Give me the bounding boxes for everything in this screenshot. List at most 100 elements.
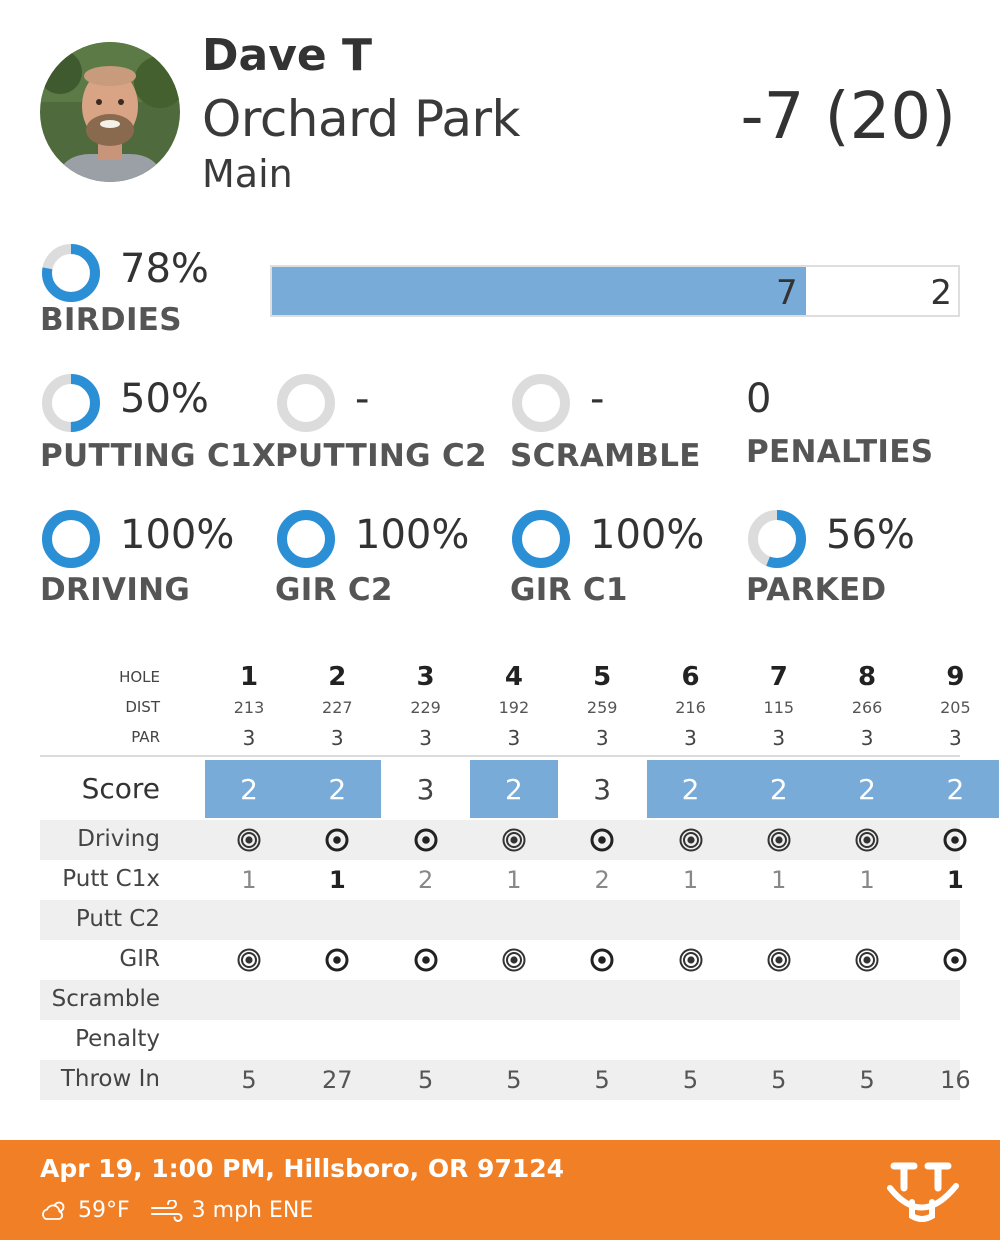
throw-in-cell: 5: [417, 1066, 434, 1094]
throw-in-cell: 5: [241, 1066, 257, 1094]
birdies-count: 7: [776, 273, 798, 313]
throw-in-row: Throw In 5 27 5 5 5 5 5 5 16: [40, 1060, 971, 1100]
scorecard-divider: [40, 755, 960, 757]
score-row-label: Score: [81, 772, 160, 805]
hole-score-cell[interactable]: 2: [823, 760, 912, 818]
putt-c2-row: Putt C2: [40, 900, 960, 940]
putt-c1x-cell: 1: [328, 866, 346, 894]
c1-target-icon: [325, 948, 349, 972]
putt-c1x-cell: 2: [417, 866, 434, 894]
putt-c1x-cell: 1: [682, 866, 699, 894]
gir-cell: [558, 940, 646, 980]
hole-par: 3: [949, 726, 962, 750]
driving-label: DRIVING: [40, 572, 191, 608]
throw-in-row-label: Throw In: [60, 1066, 160, 1092]
hole-number: 6: [681, 662, 700, 692]
hole-number: 8: [858, 662, 877, 692]
hole-number: 3: [416, 662, 435, 692]
hole-distance: 227: [322, 698, 353, 717]
driving-cell: [647, 820, 735, 860]
parked-target-icon: [767, 948, 791, 972]
gir-c1-value: 100%: [590, 512, 705, 558]
hole-distance: 229: [410, 698, 441, 717]
throw-in-cell: 5: [771, 1066, 787, 1094]
gir-cell: [205, 940, 293, 980]
gir-c2-value: 100%: [355, 512, 470, 558]
parked-target-icon: [502, 828, 526, 852]
c1-target-icon: [943, 948, 967, 972]
c1-target-icon: [590, 948, 614, 972]
driving-cell: [911, 820, 999, 860]
gir-cell: [470, 940, 558, 980]
putt-c1x-row-label: Putt C1x: [62, 866, 160, 892]
scramble-value: -: [590, 376, 605, 422]
penalty-row: Penalty: [40, 1020, 960, 1060]
putting-c1x-ring-icon: [42, 374, 100, 432]
penalties-label: PENALTIES: [746, 434, 934, 470]
throw-in-cell: 5: [682, 1066, 699, 1094]
weather-info: 59°F 3 mph ENE: [40, 1198, 313, 1223]
hole-score-cell[interactable]: 2: [293, 760, 382, 818]
scramble-label: SCRAMBLE: [510, 438, 701, 474]
hole-score-cell[interactable]: 3: [558, 760, 646, 818]
score-row: Score 223232222: [40, 760, 1000, 818]
avatar: [40, 42, 180, 182]
throw-in-cell: 5: [594, 1066, 610, 1094]
hole-score-cell[interactable]: 3: [382, 760, 470, 818]
driving-ring-icon: [42, 510, 100, 568]
hole-distance: 216: [675, 698, 706, 717]
gir-cell: [382, 940, 470, 980]
putting-c2-value: -: [355, 376, 370, 422]
parked-label: PARKED: [746, 572, 887, 608]
hole-par: 3: [242, 726, 256, 750]
gir-c1-ring-icon: [512, 510, 570, 568]
hole-par: 3: [330, 726, 344, 750]
putt-c1x-cell: 1: [506, 866, 522, 894]
driving-cell: [735, 820, 823, 860]
gir-c2-label: GIR C2: [275, 572, 393, 608]
parked-ring-icon: [748, 510, 806, 568]
driving-row: Driving: [40, 820, 967, 860]
hole-score-cell[interactable]: 2: [911, 760, 1000, 818]
throw-in-cell: 27: [322, 1066, 353, 1094]
driving-row-label: Driving: [77, 826, 160, 852]
gir-cell: [823, 940, 911, 980]
driving-cell: [470, 820, 558, 860]
putt-c2-row-label: Putt C2: [75, 906, 160, 932]
parked-target-icon: [679, 828, 702, 852]
hole-distance: 192: [498, 698, 530, 717]
hole-number: 4: [504, 662, 523, 692]
putt-c1x-cell: 1: [241, 866, 257, 894]
layout-name: Main: [202, 152, 293, 196]
gir-cell: [647, 940, 735, 980]
gir-c1-label: GIR C1: [510, 572, 628, 608]
birdies-bar: 7 2: [270, 265, 960, 317]
hole-score-cell[interactable]: 2: [469, 760, 558, 818]
hole-par: 3: [507, 726, 521, 750]
putt-c1x-cell: 1: [771, 866, 787, 894]
parked-target-icon: [855, 948, 879, 972]
birdies-value: 78%: [120, 246, 209, 292]
hole-par: 3: [595, 726, 609, 750]
hole-number: 7: [769, 662, 788, 692]
hole-number: 9: [946, 662, 965, 692]
hole-par: 3: [684, 726, 697, 750]
putt-c1x-cell: 1: [947, 866, 964, 894]
temperature: 59°F: [78, 1198, 130, 1223]
gir-cell: [735, 940, 823, 980]
hole-number: 5: [593, 662, 612, 692]
hole-distance: 266: [851, 698, 883, 717]
putt-c1x-row: Putt C1x 1 1 2 1 2 1 1 1 1: [40, 860, 963, 900]
hole-header-label: HOLE: [119, 668, 160, 686]
driving-cell: [823, 820, 911, 860]
hole-score-cell[interactable]: 2: [646, 760, 735, 818]
putting-c1x-label: PUTTING C1X: [40, 438, 277, 474]
hole-distance: 205: [940, 698, 971, 717]
hole-score-cell[interactable]: 2: [734, 760, 823, 818]
hole-score-cell[interactable]: 2: [205, 760, 293, 818]
hole-distance: 115: [763, 698, 795, 717]
driving-cell: [293, 820, 381, 860]
penalties-value: 0: [746, 376, 772, 422]
hole-par: 3: [860, 726, 874, 750]
gir-cell: [293, 940, 381, 980]
